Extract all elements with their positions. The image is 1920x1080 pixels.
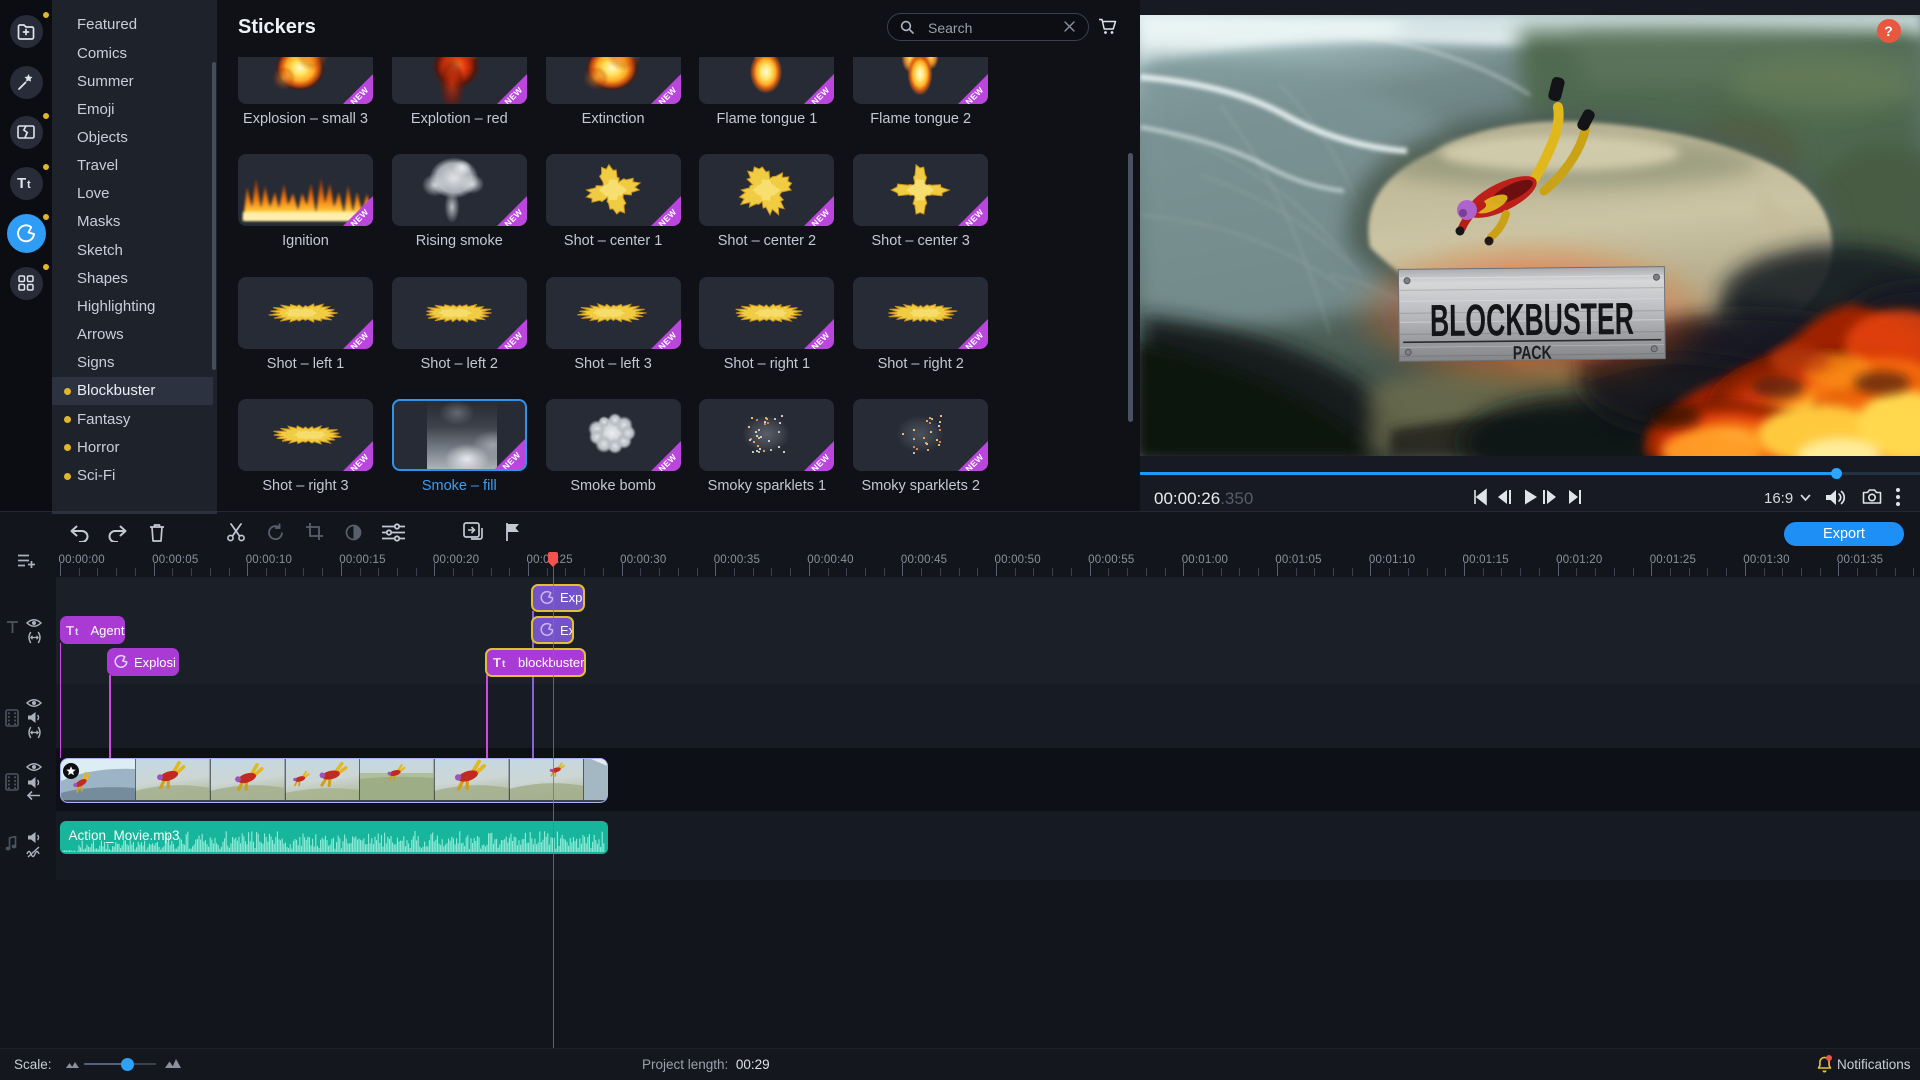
svg-text:t: t [502, 659, 506, 670]
svg-text:BLOCKBUSTER: BLOCKBUSTER [1430, 293, 1635, 346]
svg-text:t: t [27, 179, 31, 191]
svg-text:T: T [493, 655, 501, 670]
svg-text:PACK: PACK [1513, 343, 1552, 364]
svg-text:T: T [17, 175, 26, 192]
svg-text:t: t [75, 627, 79, 638]
svg-text:T: T [66, 623, 74, 638]
